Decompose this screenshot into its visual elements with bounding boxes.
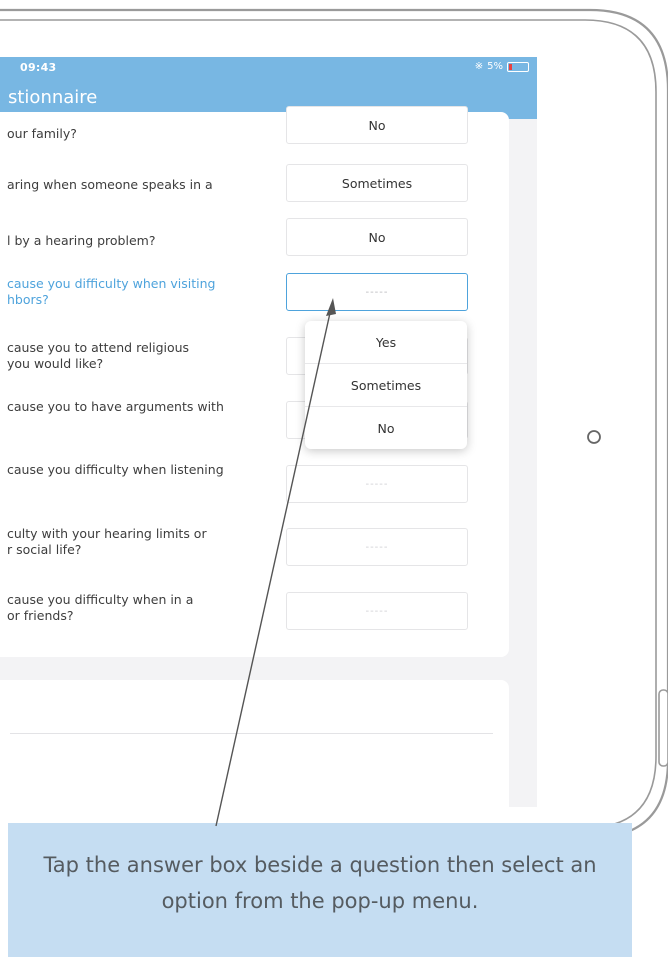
pointer-arrow-icon bbox=[215, 298, 336, 827]
